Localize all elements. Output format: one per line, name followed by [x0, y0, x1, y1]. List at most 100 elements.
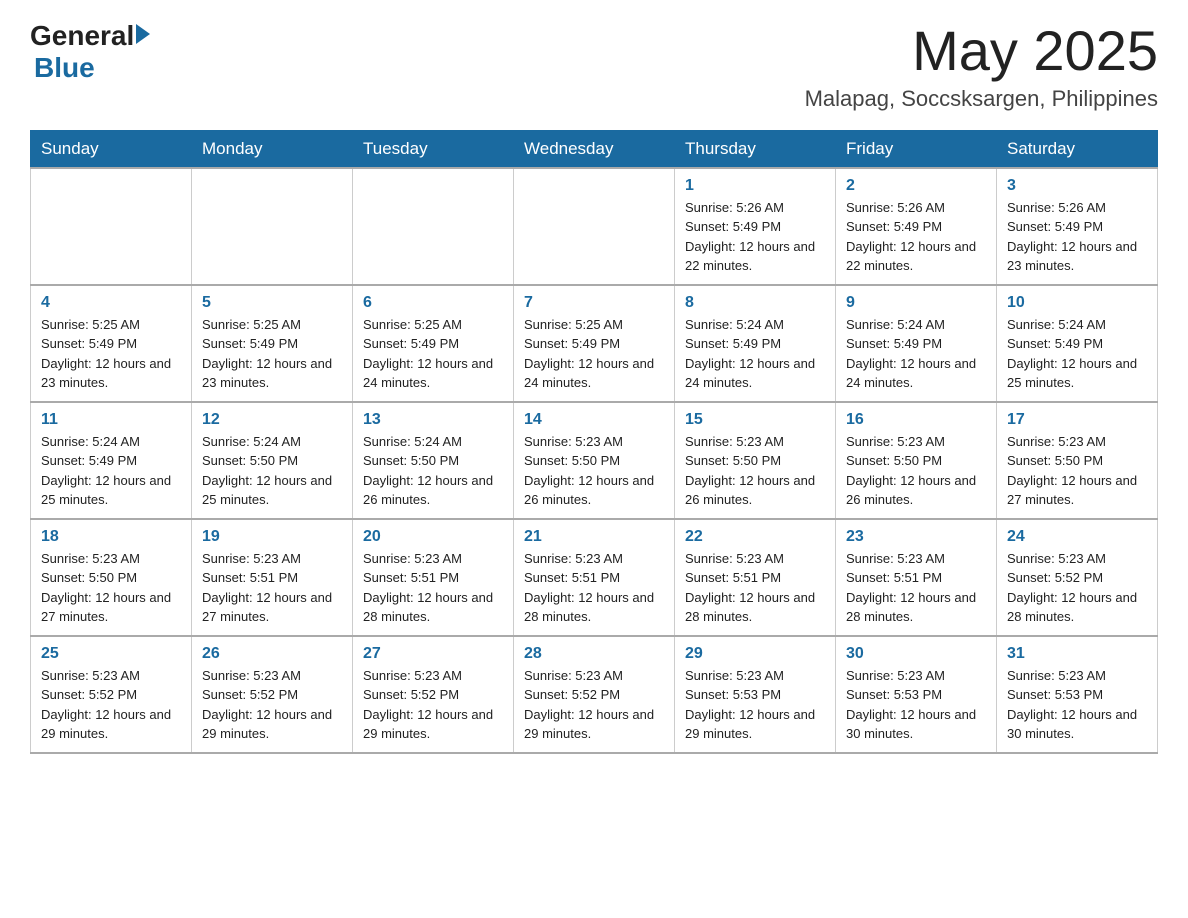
- day-number: 9: [846, 294, 986, 312]
- calendar-cell: 29 Sunrise: 5:23 AMSunset: 5:53 PMDayligh…: [675, 636, 836, 753]
- calendar-cell: 19Sunrise: 5:23 AMSunset: 5:51 PMDayligh…: [192, 519, 353, 636]
- day-number: 2: [846, 177, 986, 195]
- calendar-cell: 30Sunrise: 5:23 AMSunset: 5:53 PMDayligh…: [836, 636, 997, 753]
- calendar-cell: 4 Sunrise: 5:25 AMSunset: 5:49 PMDaylight…: [31, 285, 192, 402]
- calendar-week-row: 4 Sunrise: 5:25 AMSunset: 5:49 PMDaylight…: [31, 285, 1158, 402]
- day-number: 16: [846, 411, 986, 429]
- calendar-cell: 21 Sunrise: 5:23 AMSunset: 5:51 PMDayligh…: [514, 519, 675, 636]
- calendar-header-row: SundayMondayTuesdayWednesdayThursdayFrid…: [31, 130, 1158, 168]
- day-number: 17: [1007, 411, 1147, 429]
- day-number: 23: [846, 528, 986, 546]
- day-info: Sunrise: 5:23 AMSunset: 5:50 PMDaylight:…: [1007, 432, 1147, 510]
- logo-general-text: General: [30, 20, 134, 52]
- calendar-table: SundayMondayTuesdayWednesdayThursdayFrid…: [30, 130, 1158, 754]
- calendar-cell: 18 Sunrise: 5:23 AMSunset: 5:50 PMDayligh…: [31, 519, 192, 636]
- day-number: 27: [363, 645, 503, 663]
- day-info: Sunrise: 5:23 AMSunset: 5:51 PMDaylight:…: [363, 549, 503, 627]
- calendar-cell: 2 Sunrise: 5:26 AMSunset: 5:49 PMDaylight…: [836, 168, 997, 285]
- day-number: 11: [41, 411, 181, 429]
- calendar-cell: 7 Sunrise: 5:25 AMSunset: 5:49 PMDaylight…: [514, 285, 675, 402]
- day-info: Sunrise: 5:23 AMSunset: 5:52 PMDaylight:…: [41, 666, 181, 744]
- calendar-cell: 9 Sunrise: 5:24 AMSunset: 5:49 PMDaylight…: [836, 285, 997, 402]
- calendar-cell: 8 Sunrise: 5:24 AMSunset: 5:49 PMDaylight…: [675, 285, 836, 402]
- day-number: 4: [41, 294, 181, 312]
- calendar-cell: 26 Sunrise: 5:23 AMSunset: 5:52 PMDayligh…: [192, 636, 353, 753]
- calendar-week-row: 11 Sunrise: 5:24 AMSunset: 5:49 PMDayligh…: [31, 402, 1158, 519]
- day-info: Sunrise: 5:23 AMSunset: 5:52 PMDaylight:…: [363, 666, 503, 744]
- day-info: Sunrise: 5:25 AMSunset: 5:49 PMDaylight:…: [41, 315, 181, 393]
- day-number: 3: [1007, 177, 1147, 195]
- month-title: May 2025: [805, 20, 1158, 82]
- calendar-header-thursday: Thursday: [675, 130, 836, 168]
- day-info: Sunrise: 5:23 AMSunset: 5:53 PMDaylight:…: [685, 666, 825, 744]
- calendar-cell: [192, 168, 353, 285]
- day-number: 24: [1007, 528, 1147, 546]
- day-number: 14: [524, 411, 664, 429]
- day-info: Sunrise: 5:23 AMSunset: 5:52 PMDaylight:…: [1007, 549, 1147, 627]
- day-number: 1: [685, 177, 825, 195]
- day-info: Sunrise: 5:24 AMSunset: 5:49 PMDaylight:…: [685, 315, 825, 393]
- day-info: Sunrise: 5:23 AMSunset: 5:52 PMDaylight:…: [202, 666, 342, 744]
- day-info: Sunrise: 5:23 AMSunset: 5:50 PMDaylight:…: [41, 549, 181, 627]
- calendar-header-saturday: Saturday: [997, 130, 1158, 168]
- day-info: Sunrise: 5:24 AMSunset: 5:49 PMDaylight:…: [1007, 315, 1147, 393]
- day-number: 25: [41, 645, 181, 663]
- day-info: Sunrise: 5:25 AMSunset: 5:49 PMDaylight:…: [524, 315, 664, 393]
- calendar-header-friday: Friday: [836, 130, 997, 168]
- day-info: Sunrise: 5:24 AMSunset: 5:49 PMDaylight:…: [41, 432, 181, 510]
- day-info: Sunrise: 5:23 AMSunset: 5:50 PMDaylight:…: [524, 432, 664, 510]
- calendar-cell: 27 Sunrise: 5:23 AMSunset: 5:52 PMDayligh…: [353, 636, 514, 753]
- calendar-cell: 25 Sunrise: 5:23 AMSunset: 5:52 PMDayligh…: [31, 636, 192, 753]
- day-number: 5: [202, 294, 342, 312]
- logo-blue-text: Blue: [34, 52, 150, 84]
- calendar-header-tuesday: Tuesday: [353, 130, 514, 168]
- calendar-cell: 15 Sunrise: 5:23 AMSunset: 5:50 PMDayligh…: [675, 402, 836, 519]
- calendar-cell: 22 Sunrise: 5:23 AMSunset: 5:51 PMDayligh…: [675, 519, 836, 636]
- calendar-week-row: 1 Sunrise: 5:26 AMSunset: 5:49 PMDaylight…: [31, 168, 1158, 285]
- day-number: 13: [363, 411, 503, 429]
- calendar-cell: 5 Sunrise: 5:25 AMSunset: 5:49 PMDaylight…: [192, 285, 353, 402]
- day-number: 26: [202, 645, 342, 663]
- day-info: Sunrise: 5:26 AMSunset: 5:49 PMDaylight:…: [846, 198, 986, 276]
- calendar-cell: 20 Sunrise: 5:23 AMSunset: 5:51 PMDayligh…: [353, 519, 514, 636]
- page-header: General Blue May 2025 Malapag, Soccsksar…: [30, 20, 1158, 112]
- day-number: 10: [1007, 294, 1147, 312]
- day-number: 7: [524, 294, 664, 312]
- calendar-week-row: 18 Sunrise: 5:23 AMSunset: 5:50 PMDayligh…: [31, 519, 1158, 636]
- day-info: Sunrise: 5:24 AMSunset: 5:49 PMDaylight:…: [846, 315, 986, 393]
- day-info: Sunrise: 5:23 AMSunset: 5:53 PMDaylight:…: [846, 666, 986, 744]
- day-info: Sunrise: 5:23 AMSunset: 5:51 PMDaylight:…: [202, 549, 342, 627]
- calendar-cell: [31, 168, 192, 285]
- day-number: 8: [685, 294, 825, 312]
- day-number: 21: [524, 528, 664, 546]
- day-info: Sunrise: 5:26 AMSunset: 5:49 PMDaylight:…: [685, 198, 825, 276]
- calendar-cell: 24 Sunrise: 5:23 AMSunset: 5:52 PMDayligh…: [997, 519, 1158, 636]
- calendar-cell: 31 Sunrise: 5:23 AMSunset: 5:53 PMDayligh…: [997, 636, 1158, 753]
- day-info: Sunrise: 5:23 AMSunset: 5:51 PMDaylight:…: [685, 549, 825, 627]
- calendar-cell: 17 Sunrise: 5:23 AMSunset: 5:50 PMDayligh…: [997, 402, 1158, 519]
- day-info: Sunrise: 5:23 AMSunset: 5:53 PMDaylight:…: [1007, 666, 1147, 744]
- day-info: Sunrise: 5:25 AMSunset: 5:49 PMDaylight:…: [363, 315, 503, 393]
- day-number: 22: [685, 528, 825, 546]
- day-number: 31: [1007, 645, 1147, 663]
- calendar-cell: 6Sunrise: 5:25 AMSunset: 5:49 PMDaylight…: [353, 285, 514, 402]
- calendar-cell: 16 Sunrise: 5:23 AMSunset: 5:50 PMDayligh…: [836, 402, 997, 519]
- calendar-cell: 23Sunrise: 5:23 AMSunset: 5:51 PMDayligh…: [836, 519, 997, 636]
- day-number: 15: [685, 411, 825, 429]
- calendar-cell: 28Sunrise: 5:23 AMSunset: 5:52 PMDayligh…: [514, 636, 675, 753]
- calendar-cell: [514, 168, 675, 285]
- calendar-cell: 12Sunrise: 5:24 AMSunset: 5:50 PMDayligh…: [192, 402, 353, 519]
- calendar-cell: 13Sunrise: 5:24 AMSunset: 5:50 PMDayligh…: [353, 402, 514, 519]
- day-info: Sunrise: 5:23 AMSunset: 5:51 PMDaylight:…: [524, 549, 664, 627]
- day-info: Sunrise: 5:23 AMSunset: 5:50 PMDaylight:…: [846, 432, 986, 510]
- day-info: Sunrise: 5:24 AMSunset: 5:50 PMDaylight:…: [202, 432, 342, 510]
- day-info: Sunrise: 5:25 AMSunset: 5:49 PMDaylight:…: [202, 315, 342, 393]
- day-number: 18: [41, 528, 181, 546]
- location-title: Malapag, Soccsksargen, Philippines: [805, 86, 1158, 112]
- day-number: 20: [363, 528, 503, 546]
- calendar-header-monday: Monday: [192, 130, 353, 168]
- day-number: 28: [524, 645, 664, 663]
- calendar-cell: 11 Sunrise: 5:24 AMSunset: 5:49 PMDayligh…: [31, 402, 192, 519]
- day-number: 29: [685, 645, 825, 663]
- day-info: Sunrise: 5:23 AMSunset: 5:50 PMDaylight:…: [685, 432, 825, 510]
